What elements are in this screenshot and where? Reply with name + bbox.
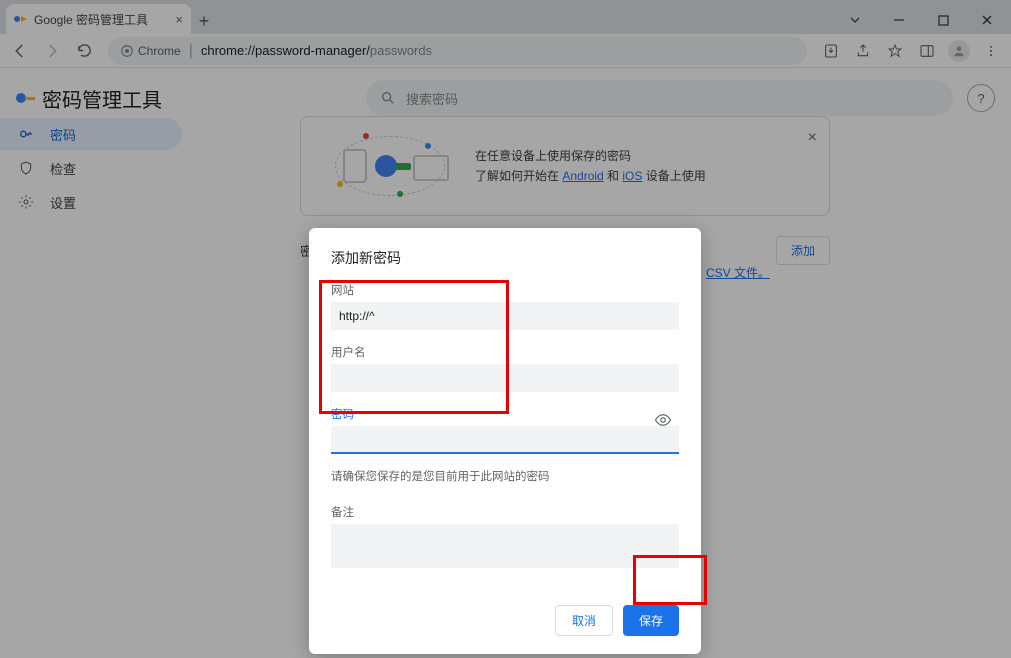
note-field: 备注 [331, 504, 679, 573]
add-password-dialog: 添加新密码 网站 用户名 密码 请确保您保存的是您目前用于此网站的密码 备注 取… [309, 228, 701, 654]
show-password-eye-icon[interactable] [653, 410, 673, 430]
username-input[interactable] [331, 364, 679, 392]
note-label: 备注 [331, 504, 679, 520]
username-label: 用户名 [331, 344, 679, 360]
password-input[interactable] [331, 426, 679, 454]
dialog-title: 添加新密码 [331, 248, 679, 268]
note-textarea[interactable] [331, 524, 679, 568]
save-button[interactable]: 保存 [623, 605, 679, 636]
password-field: 密码 [331, 406, 679, 454]
cancel-button[interactable]: 取消 [555, 605, 613, 636]
website-field: 网站 [331, 282, 679, 330]
username-field: 用户名 [331, 344, 679, 392]
website-input[interactable] [331, 302, 679, 330]
password-label: 密码 [331, 406, 679, 422]
website-label: 网站 [331, 282, 679, 298]
password-hint: 请确保您保存的是您目前用于此网站的密码 [331, 468, 679, 484]
dialog-actions: 取消 保存 [331, 605, 679, 636]
